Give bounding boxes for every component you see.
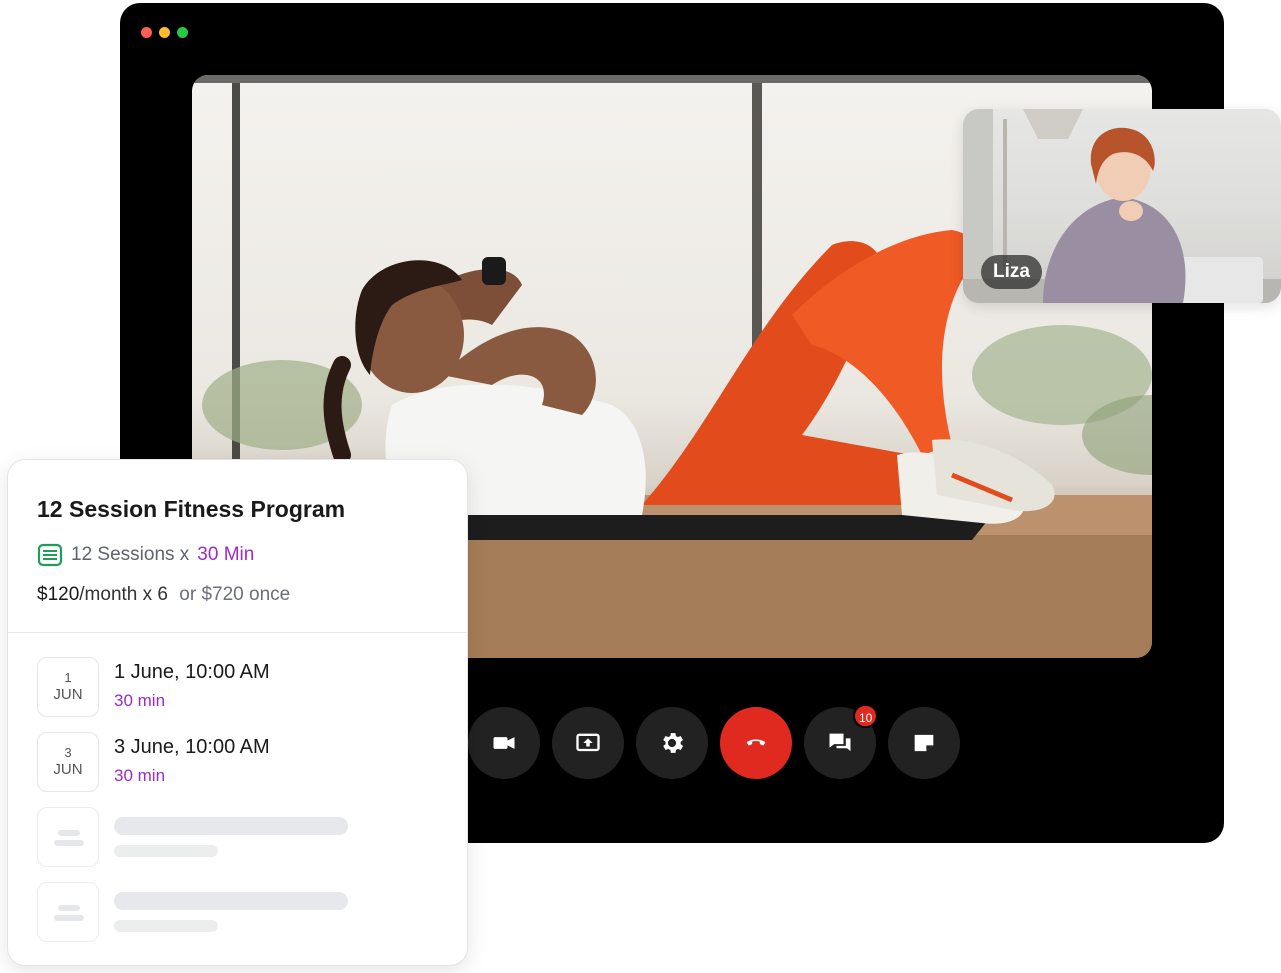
participant-thumbnail[interactable]: Liza	[963, 109, 1281, 303]
price-amount: $120	[37, 584, 80, 605]
sessions-count: 12 Sessions x	[71, 544, 190, 565]
list-icon	[37, 543, 63, 567]
skeleton-line	[114, 845, 218, 857]
session-duration: 30 Min	[197, 544, 255, 565]
chat-button[interactable]: 10	[804, 704, 879, 779]
divider	[8, 632, 467, 633]
date-day: 3	[64, 745, 72, 760]
date-month: JUN	[53, 761, 83, 778]
phone-hangup-icon	[746, 739, 766, 746]
skeleton-line	[114, 892, 348, 910]
share-screen-button[interactable]	[552, 707, 624, 779]
date-box: 3 JUN	[37, 732, 99, 792]
gear-icon	[663, 733, 684, 753]
session-length: 30 min	[114, 691, 166, 710]
price-info: $120/month x 6 or $720 once	[37, 584, 290, 606]
session-datetime: 3 June, 10:00 AM	[114, 736, 270, 758]
chat-icon	[829, 733, 851, 752]
date-box: 1 JUN	[37, 657, 99, 717]
skeleton-row	[37, 882, 457, 944]
skeleton-line	[114, 920, 218, 932]
note-icon	[914, 734, 934, 752]
date-day: 1	[64, 670, 72, 685]
skeleton-row	[37, 807, 457, 869]
maximize-dot[interactable]	[177, 27, 188, 38]
schedule-item[interactable]: 3 JUN 3 June, 10:00 AM 30 min	[37, 732, 457, 794]
price-period: /month x 6	[79, 584, 168, 605]
minimize-dot[interactable]	[159, 27, 170, 38]
camera-button[interactable]	[468, 707, 540, 779]
settings-button[interactable]	[636, 707, 708, 779]
sessions-info: 12 Sessions x 30 Min	[37, 542, 254, 568]
close-dot[interactable]	[141, 27, 152, 38]
date-month: JUN	[53, 686, 83, 703]
video-camera-icon	[493, 737, 515, 749]
window-controls	[141, 27, 188, 38]
schedule-item[interactable]: 1 JUN 1 June, 10:00 AM 30 min	[37, 657, 457, 719]
program-title: 12 Session Fitness Program	[37, 496, 346, 522]
skeleton-line	[114, 817, 348, 835]
program-card[interactable]: 12 Session Fitness Program 12 Sessions x…	[7, 459, 468, 966]
skeleton-date-box	[37, 807, 99, 867]
end-call-button[interactable]	[720, 707, 792, 779]
screen-share-icon	[576, 733, 600, 752]
session-length: 30 min	[114, 766, 166, 785]
notes-button[interactable]	[888, 707, 960, 779]
session-datetime: 1 June, 10:00 AM	[114, 661, 270, 683]
skeleton-date-box	[37, 882, 99, 942]
chat-notification-badge: 10	[853, 704, 879, 728]
participant-name-badge: Liza	[981, 255, 1042, 289]
price-alternative: or $720 once	[179, 584, 291, 605]
